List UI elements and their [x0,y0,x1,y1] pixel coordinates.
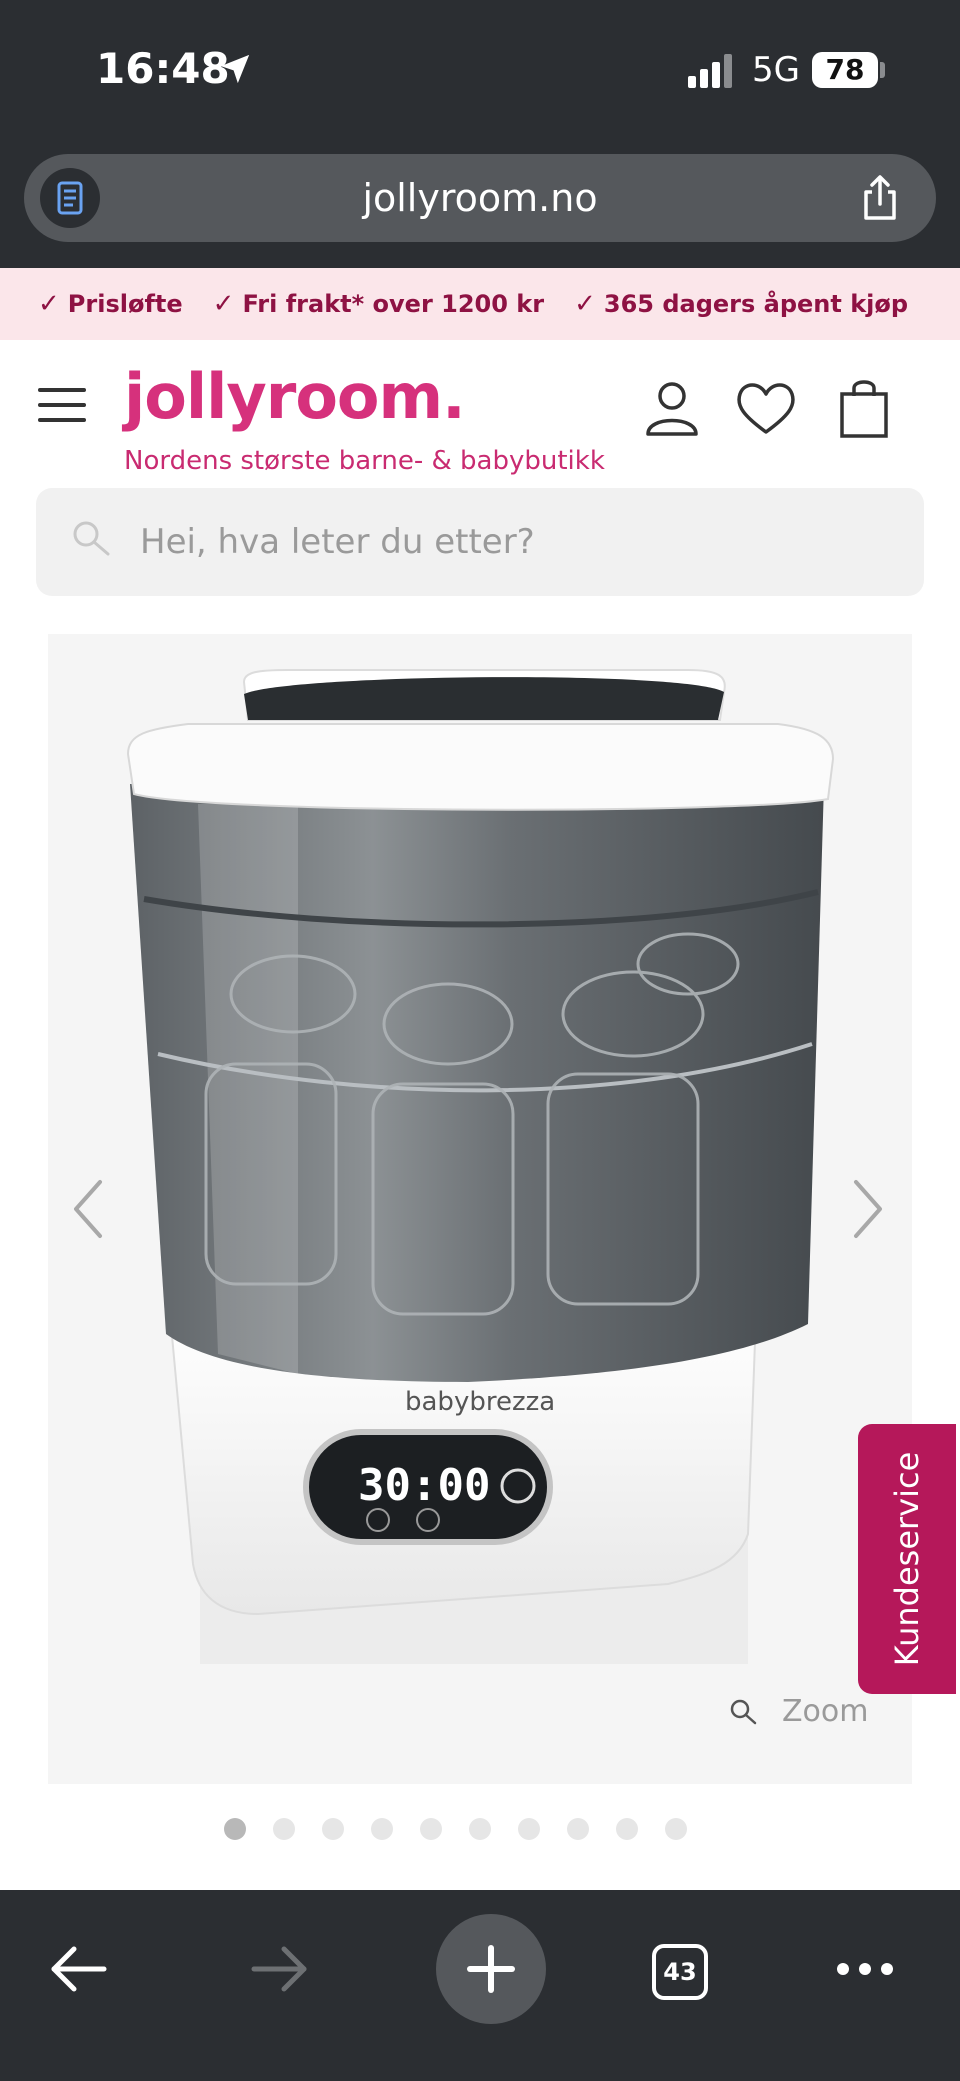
usp-label: Fri frakt* over 1200 kr [242,290,545,318]
pagination-dot[interactable] [664,1818,687,1840]
reader-button[interactable] [40,168,100,228]
pagination-dot[interactable] [370,1818,393,1840]
chevron-right-icon[interactable] [848,1174,888,1244]
location-arrow-icon [220,54,250,84]
browser-address-area: jollyroom.no [0,150,960,268]
signal-icon [688,54,732,88]
site-header: jollyroom. Nordens største barne- & baby… [0,340,960,480]
usp-item-open-purchase[interactable]: ✓ 365 dagers åpent kjøp [574,289,908,319]
battery-tip [880,62,885,78]
forward-arrow-icon[interactable] [224,1914,334,2024]
url-text[interactable]: jollyroom.no [24,154,936,242]
wishlist-heart-icon[interactable] [734,376,798,440]
back-arrow-icon[interactable] [24,1914,134,2024]
status-time: 16:48 [96,44,230,93]
customer-service-tab[interactable]: Kundeservice [858,1424,956,1694]
zoom-icon [730,1699,757,1724]
chevron-left-icon[interactable] [68,1174,108,1244]
pagination-dot[interactable] [566,1818,589,1840]
product-image-gallery[interactable]: babybrezza 30:00 Zoom [48,634,912,1784]
status-bar: 16:48 5G 78 [0,0,960,150]
pagination-dot[interactable] [321,1818,344,1840]
usp-item-free-shipping[interactable]: ✓ Fri frakt* over 1200 kr [213,289,544,319]
checkmark-icon: ✓ [212,289,235,319]
zoom-label: Zoom [782,1694,869,1729]
share-icon[interactable] [854,172,906,224]
network-type: 5G [752,50,800,90]
menu-icon[interactable] [38,388,86,424]
gallery-pagination [0,1818,960,1842]
search-input[interactable] [140,488,900,596]
zoom-button[interactable]: Zoom [728,1694,868,1729]
search-icon [73,521,110,556]
new-tab-button[interactable] [436,1914,546,2024]
customer-service-label: Kundeservice [888,1451,926,1667]
svg-text:babybrezza: babybrezza [405,1387,555,1417]
pagination-dot[interactable] [615,1818,638,1840]
product-image: babybrezza 30:00 [126,669,835,1664]
new-tab-plus-icon [467,1945,515,1993]
pagination-dot[interactable] [223,1818,246,1840]
usp-item-price-promise[interactable]: ✓ Prisløfte [38,289,183,319]
tabs-icon[interactable]: 43 [652,1944,708,2000]
address-bar[interactable]: jollyroom.no [24,154,936,242]
checkmark-icon: ✓ [38,289,60,319]
reader-icon [57,181,83,215]
pagination-dot[interactable] [468,1818,491,1840]
site-logo[interactable]: jollyroom. [124,360,466,433]
pagination-dot[interactable] [272,1818,295,1840]
site-tagline: Nordens største barne- & babybutikk [124,446,605,476]
search-bar [36,488,924,596]
account-icon[interactable] [640,376,704,440]
browser-toolbar: 43 [0,1890,960,2081]
cart-bag-icon[interactable] [832,376,896,440]
svg-text:30:00: 30:00 [358,1460,490,1511]
checkmark-icon: ✓ [574,289,596,319]
usp-label: 365 dagers åpent kjøp [603,290,909,318]
usp-bar: ✓ Prisløfte ✓ Fri frakt* over 1200 kr ✓ … [0,268,960,340]
pagination-dot[interactable] [419,1818,442,1840]
more-icon[interactable] [810,1914,920,2024]
battery-icon: 78 [812,52,878,88]
usp-label: Prisløfte [67,290,183,318]
pagination-dot[interactable] [517,1818,540,1840]
